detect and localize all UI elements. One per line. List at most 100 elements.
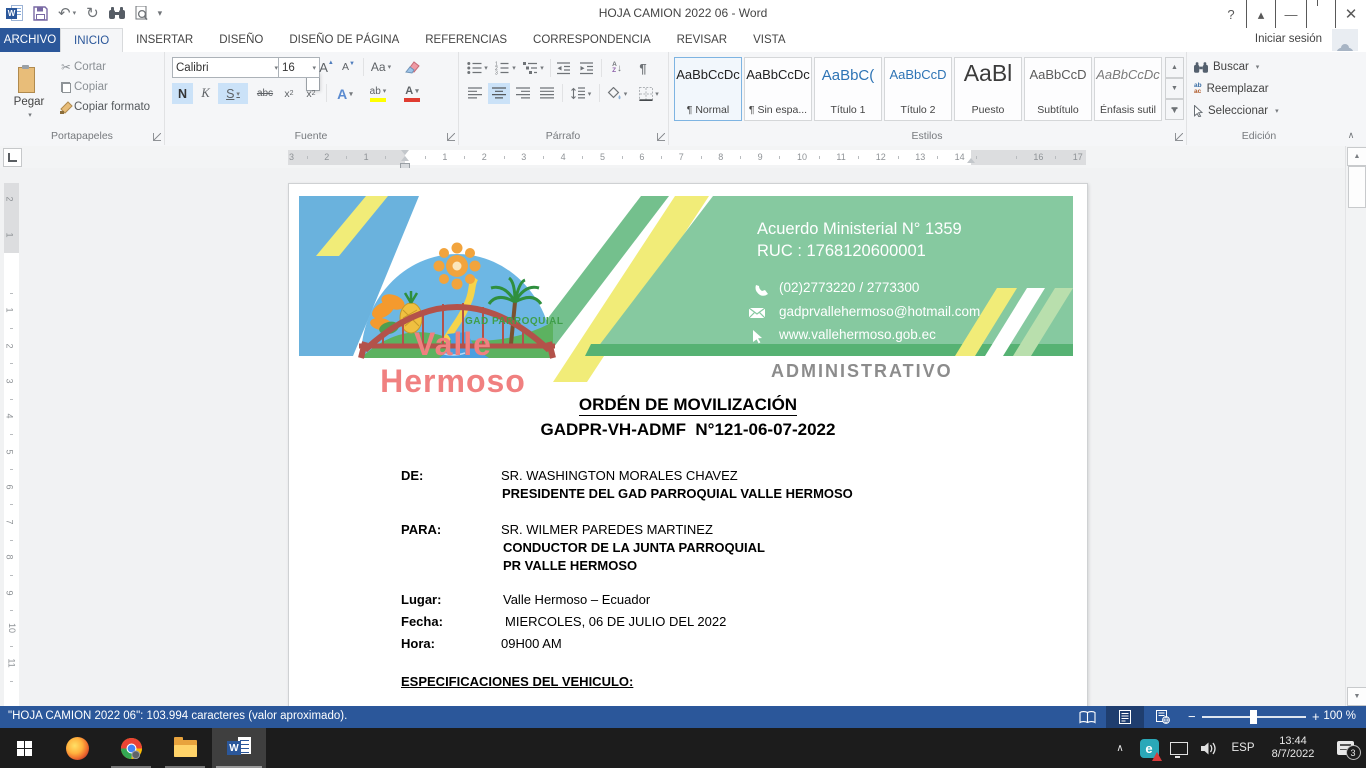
- shrink-font-button[interactable]: A▼: [338, 57, 359, 77]
- tray-network[interactable]: [1164, 728, 1194, 768]
- collapse-ribbon-button[interactable]: ∧: [1342, 128, 1360, 142]
- bold-button[interactable]: N: [172, 83, 193, 104]
- change-case-button[interactable]: Aa▾: [367, 57, 395, 77]
- multilevel-list-button[interactable]: ▾: [520, 58, 547, 78]
- first-line-indent-marker[interactable]: [401, 150, 409, 155]
- format-painter-button[interactable]: Copiar formato: [58, 98, 150, 116]
- paste-button[interactable]: Pegar ▾: [6, 56, 52, 128]
- scrollbar-thumb[interactable]: [1348, 166, 1366, 208]
- font-name-combo[interactable]: Calibri▾: [172, 57, 282, 78]
- tab-diseno[interactable]: DISEÑO: [206, 28, 276, 52]
- status-info[interactable]: "HOJA CAMION 2022 06": 103.994 caractere…: [8, 710, 347, 722]
- justify-button[interactable]: [536, 83, 558, 104]
- tab-revisar[interactable]: REVISAR: [664, 28, 741, 52]
- strikethrough-button[interactable]: abc: [252, 83, 278, 104]
- taskbar-explorer[interactable]: [158, 728, 212, 768]
- copy-button[interactable]: Copiar: [58, 78, 108, 96]
- font-dialog-launcher[interactable]: [447, 133, 455, 141]
- shading-button[interactable]: ▾: [602, 83, 632, 104]
- undo-button[interactable]: ↶▾: [58, 3, 76, 23]
- decrease-indent-button[interactable]: [553, 58, 575, 78]
- ribbon-display-options-button[interactable]: ▴: [1246, 0, 1276, 28]
- highlight-color-button[interactable]: ab▾: [362, 83, 394, 104]
- select-menu-button[interactable]: Seleccionar▾: [1194, 102, 1279, 120]
- close-button[interactable]: ✕: [1336, 0, 1366, 28]
- vertical-ruler[interactable]: 211234567891011: [4, 183, 19, 706]
- borders-button[interactable]: ▾: [634, 83, 664, 104]
- save-button[interactable]: [33, 3, 48, 23]
- tab-archivo[interactable]: ARCHIVO: [0, 28, 60, 52]
- undo-dropdown-icon[interactable]: ▾: [73, 9, 77, 17]
- taskbar-chrome[interactable]: [104, 728, 158, 768]
- bullets-button[interactable]: ▾: [464, 58, 491, 78]
- tab-correspondencia[interactable]: CORRESPONDENCIA: [520, 28, 664, 52]
- cut-button[interactable]: ✂Cortar: [58, 58, 106, 76]
- align-left-button[interactable]: [464, 83, 486, 104]
- clear-formatting-button[interactable]: [400, 57, 424, 77]
- zoom-slider[interactable]: [1202, 716, 1306, 718]
- grow-font-button[interactable]: A▲: [316, 57, 337, 77]
- increase-indent-button[interactable]: [576, 58, 598, 78]
- underline-dropdown-icon[interactable]: ▾: [236, 90, 240, 98]
- align-right-button[interactable]: [512, 83, 534, 104]
- style-enfasis-sutil[interactable]: AaBbCcDc Énfasis sutil: [1094, 57, 1162, 121]
- tray-clock[interactable]: 13:448/7/2022: [1262, 728, 1324, 768]
- tab-stop-selector[interactable]: [3, 148, 22, 167]
- styles-scroll-down[interactable]: ▼: [1165, 78, 1184, 99]
- font-color-button[interactable]: A▾: [396, 83, 428, 104]
- scroll-down-button[interactable]: ▼: [1347, 687, 1366, 706]
- style-titulo-2[interactable]: AaBbCcD Título 2: [884, 57, 952, 121]
- zoom-out-button[interactable]: −: [1188, 709, 1196, 724]
- taskbar-word[interactable]: W: [212, 728, 266, 768]
- horizontal-ruler[interactable]: 32112345678910111213141617: [288, 150, 1086, 165]
- print-layout-button[interactable]: [1106, 706, 1144, 728]
- show-marks-button[interactable]: ¶: [632, 58, 654, 78]
- tray-volume[interactable]: [1194, 728, 1224, 768]
- numbering-button[interactable]: 123 ▾: [492, 58, 519, 78]
- help-button[interactable]: ?: [1216, 0, 1246, 28]
- line-spacing-button[interactable]: ▾: [566, 83, 596, 104]
- zoom-in-button[interactable]: +: [1312, 709, 1320, 724]
- tab-inicio[interactable]: INICIO: [60, 28, 123, 52]
- web-layout-button[interactable]: [1144, 706, 1182, 728]
- styles-gallery-expand[interactable]: ▬▼: [1165, 99, 1184, 120]
- tray-language[interactable]: ESP: [1224, 728, 1262, 768]
- tab-diseno-pagina[interactable]: DISEÑO DE PÁGINA: [276, 28, 412, 52]
- scroll-up-button[interactable]: ▲: [1347, 147, 1366, 166]
- clipboard-dialog-launcher[interactable]: [153, 133, 161, 141]
- customize-qat-button[interactable]: ▾: [158, 3, 163, 23]
- action-center-button[interactable]: 3: [1324, 728, 1366, 768]
- paragraph-dialog-launcher[interactable]: [657, 133, 665, 141]
- style-subtitulo[interactable]: AaBbCcD Subtítulo: [1024, 57, 1092, 121]
- zoom-slider-thumb[interactable]: [1250, 710, 1257, 724]
- text-effects-button[interactable]: A▾: [330, 83, 360, 104]
- redo-button[interactable]: ↻: [86, 3, 99, 23]
- styles-dialog-launcher[interactable]: [1175, 133, 1183, 141]
- subscript-button[interactable]: x2: [278, 83, 300, 104]
- underline-button[interactable]: S▾: [218, 83, 248, 104]
- vertical-scrollbar[interactable]: ▲ ▼: [1345, 146, 1366, 706]
- style-sin-espaciado[interactable]: AaBbCcDc ¶ Sin espa...: [744, 57, 812, 121]
- user-avatar[interactable]: [1332, 29, 1358, 51]
- style-titulo-1[interactable]: AaBbC( Título 1: [814, 57, 882, 121]
- start-button[interactable]: [0, 728, 48, 768]
- right-indent-marker[interactable]: [967, 158, 975, 163]
- tab-vista[interactable]: VISTA: [740, 28, 798, 52]
- align-center-button[interactable]: [488, 83, 510, 104]
- print-preview-button[interactable]: [135, 3, 148, 23]
- style-puesto[interactable]: AaBl Puesto: [954, 57, 1022, 121]
- style-normal[interactable]: AaBbCcDc ¶ Normal: [674, 57, 742, 121]
- styles-scroll-up[interactable]: ▲: [1165, 57, 1184, 78]
- tab-insertar[interactable]: INSERTAR: [123, 28, 206, 52]
- tray-eset[interactable]: e: [1134, 728, 1164, 768]
- superscript-button[interactable]: x2: [300, 83, 322, 104]
- read-mode-button[interactable]: [1068, 706, 1106, 728]
- hanging-indent-marker[interactable]: [401, 156, 409, 161]
- find-button[interactable]: [109, 3, 125, 23]
- sign-in-link[interactable]: Iniciar sesión: [1255, 33, 1322, 45]
- replace-button[interactable]: abac Reemplazar: [1194, 80, 1269, 98]
- find-menu-button[interactable]: Buscar▾: [1194, 58, 1259, 76]
- italic-button[interactable]: K: [195, 83, 216, 104]
- restore-button[interactable]: [1306, 0, 1336, 28]
- tab-referencias[interactable]: REFERENCIAS: [412, 28, 520, 52]
